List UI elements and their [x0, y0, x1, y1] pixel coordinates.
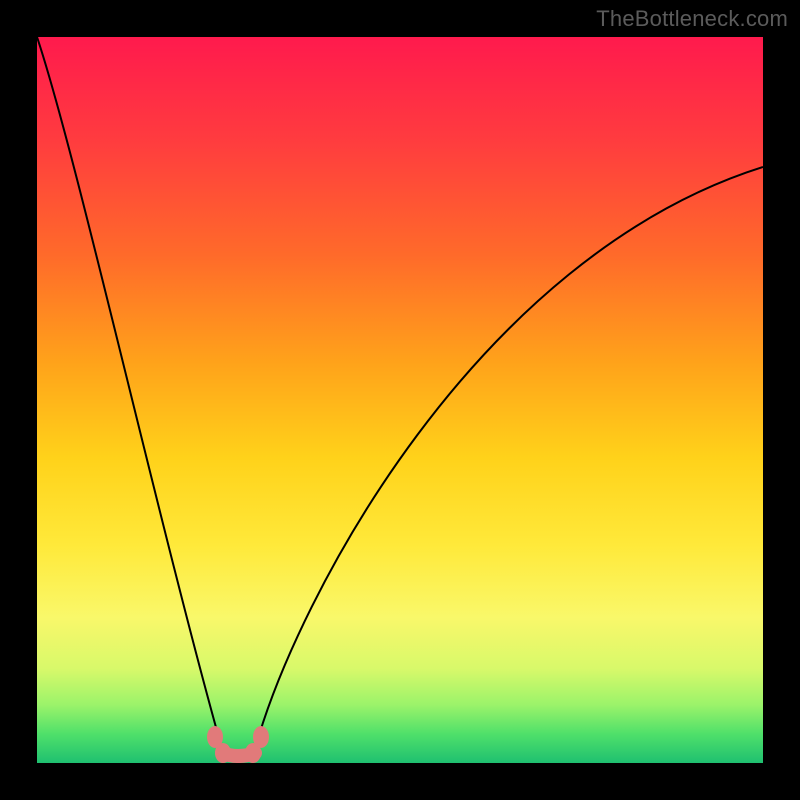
curve-right-branch: [255, 167, 763, 749]
plot-area: [37, 37, 763, 763]
marker-left-lower: [215, 743, 231, 763]
attribution-text: TheBottleneck.com: [596, 6, 788, 32]
chart-frame: TheBottleneck.com: [0, 0, 800, 800]
curve-left-branch: [37, 37, 222, 749]
marker-right-upper: [253, 726, 269, 748]
chart-svg: [37, 37, 763, 763]
